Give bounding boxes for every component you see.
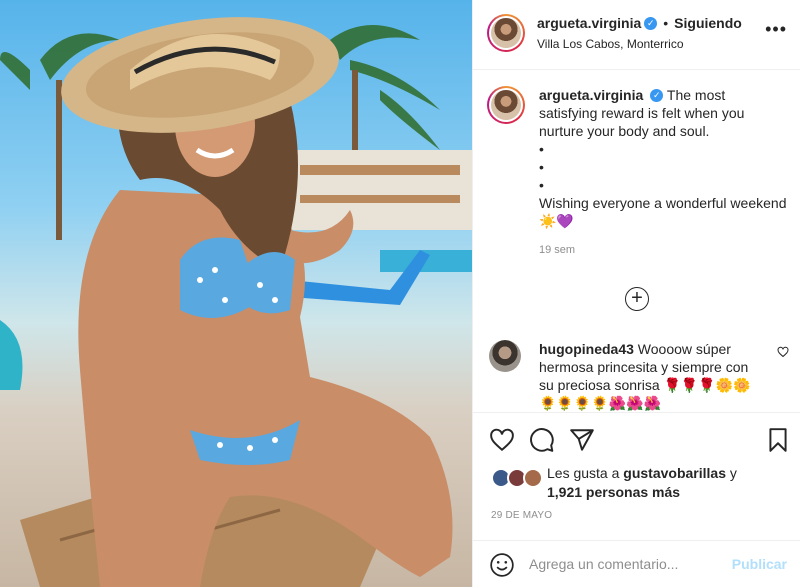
author-username[interactable]: argueta.virginia xyxy=(537,15,641,31)
caption-avatar[interactable] xyxy=(487,86,525,124)
likes-count-link[interactable]: 1,921 personas más xyxy=(547,484,680,500)
likes-summary: Les gusta a gustavobarillas y 1,921 pers… xyxy=(473,464,800,502)
liker-avatars xyxy=(491,468,545,490)
verified-badge-icon: ✓ xyxy=(644,16,658,30)
heart-icon[interactable] xyxy=(489,427,515,453)
likes-prefix: Les gusta a xyxy=(547,465,620,481)
caption: argueta.virginia ✓ The most satisfying re… xyxy=(473,86,800,256)
smile-icon[interactable] xyxy=(489,552,515,578)
post-header: argueta.virginia ✓ • Siguiendo Villa Los Ca… xyxy=(473,0,800,70)
action-bar xyxy=(473,412,800,462)
commenter-username[interactable]: hugopineda43 xyxy=(539,341,634,357)
liker-username[interactable]: gustavobarillas xyxy=(623,465,726,481)
bookmark-icon[interactable] xyxy=(765,427,791,453)
caption-bullet: • xyxy=(539,141,544,157)
share-icon[interactable] xyxy=(569,427,595,453)
commenter-avatar[interactable] xyxy=(489,340,521,372)
caption-username[interactable]: argueta.virginia xyxy=(539,87,643,103)
caption-closing: Wishing everyone a wonderful weekend☀️💜 xyxy=(539,195,787,229)
comment-item: hugopineda43 Woooow súper hermosa prince… xyxy=(473,340,800,412)
post-location[interactable]: Villa Los Cabos, Monterrico xyxy=(537,37,684,51)
author-avatar[interactable] xyxy=(487,14,525,52)
post-detail-panel: argueta.virginia ✓ • Siguiendo Villa Los Ca… xyxy=(472,0,800,587)
comment-icon[interactable] xyxy=(529,427,555,453)
post-date[interactable]: 29 DE MAYO xyxy=(491,510,552,521)
likes-conjunction: y xyxy=(729,465,737,481)
post-comment-button[interactable]: Publicar xyxy=(732,556,787,572)
caption-bullet: • xyxy=(539,177,544,193)
photo-illustration xyxy=(0,17,472,587)
caption-bullet: • xyxy=(539,159,544,175)
comment-input[interactable] xyxy=(529,553,719,575)
more-options-icon[interactable]: ••• xyxy=(765,20,787,38)
add-comment-bar: Publicar xyxy=(473,540,800,587)
post-photo[interactable] xyxy=(0,0,472,587)
plus-circle-icon[interactable]: + xyxy=(625,287,649,311)
verified-badge-icon: ✓ xyxy=(650,88,664,102)
follow-status-button[interactable]: Siguiendo xyxy=(674,15,742,31)
comment-heart-icon[interactable] xyxy=(777,346,789,358)
caption-timestamp[interactable]: 19 sem xyxy=(539,244,787,256)
